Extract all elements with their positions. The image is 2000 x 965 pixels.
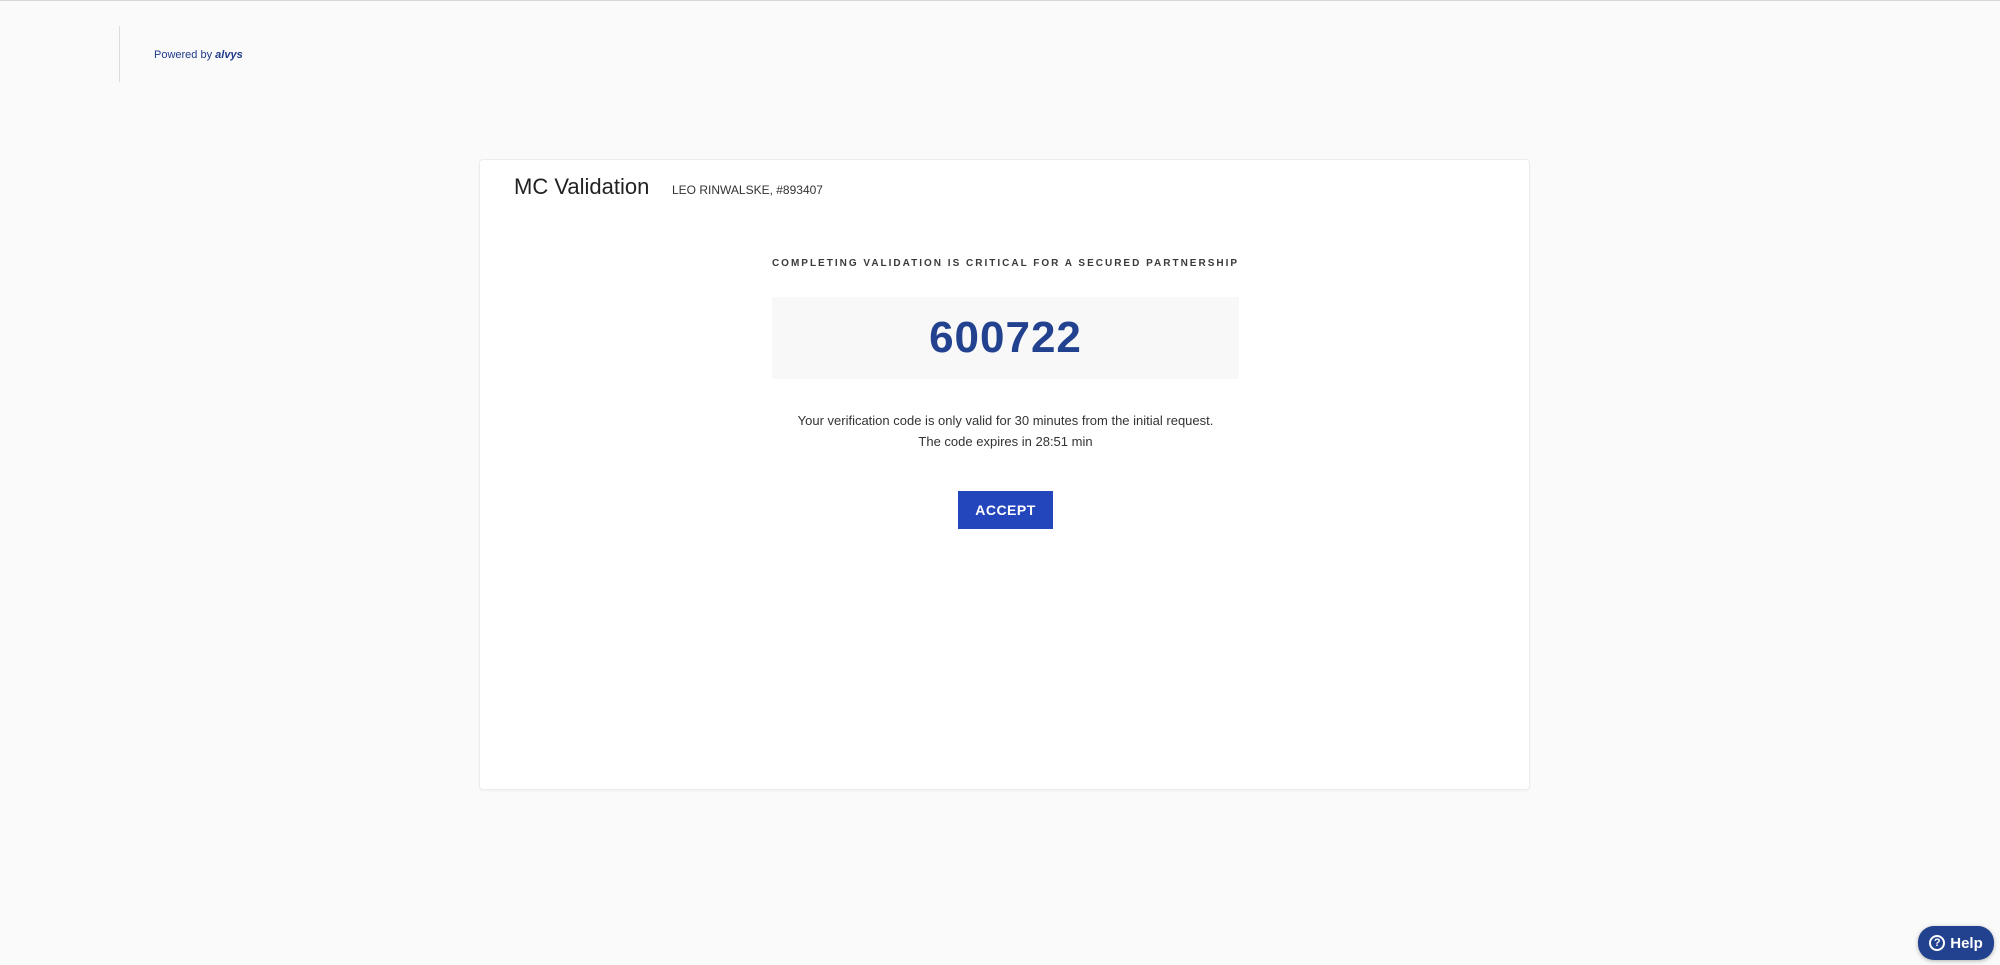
validity-message: Your verification code is only valid for…	[797, 413, 1214, 428]
question-circle-icon: ?	[1929, 935, 1946, 951]
code-validity-info: Your verification code is only valid for…	[480, 410, 1531, 452]
help-button[interactable]: ? Help	[1918, 926, 1994, 960]
powered-by-label: Powered by	[154, 49, 213, 61]
expiry-countdown: The code expires in 28:51 min	[918, 434, 1093, 449]
verification-code: 600722	[929, 313, 1082, 362]
top-border-line	[0, 0, 2000, 1]
brand-logo-text: alvys	[215, 49, 243, 61]
brand-divider	[119, 26, 120, 82]
powered-by-branding: Powered by alvys	[154, 49, 243, 61]
validation-card: MC Validation LEO RINWALSKE, #893407 COM…	[479, 159, 1530, 790]
critical-notice: COMPLETING VALIDATION IS CRITICAL FOR A …	[771, 258, 1240, 269]
accept-button[interactable]: ACCEPT	[958, 491, 1053, 529]
page-title: MC Validation	[514, 174, 650, 199]
help-label: Help	[1950, 934, 1983, 952]
verification-code-box: 600722	[772, 297, 1239, 379]
carrier-identifier: LEO RINWALSKE, #893407	[672, 183, 823, 197]
